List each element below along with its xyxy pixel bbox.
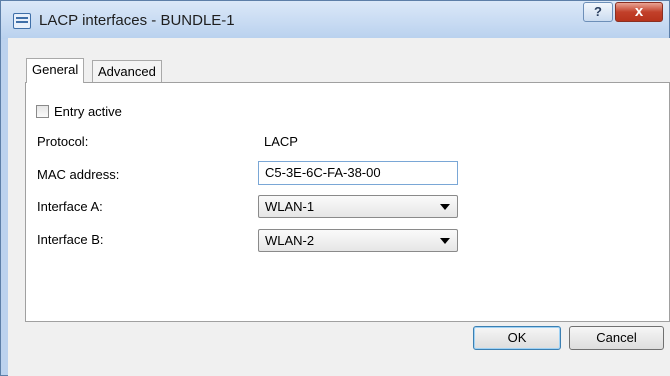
- interface-a-label: Interface A:: [37, 199, 103, 214]
- interface-b-select[interactable]: WLAN-2: [258, 229, 458, 252]
- entry-active-label[interactable]: Entry active: [54, 104, 122, 119]
- dropdown-arrow-icon: [440, 238, 450, 244]
- interface-a-select[interactable]: WLAN-1: [258, 195, 458, 218]
- cancel-button[interactable]: Cancel: [569, 326, 664, 350]
- dropdown-arrow-icon: [440, 204, 450, 210]
- mac-address-label: MAC address:: [37, 167, 120, 182]
- ok-button[interactable]: OK: [473, 326, 561, 350]
- interface-a-value: WLAN-1: [265, 199, 315, 214]
- protocol-value: LACP: [264, 134, 298, 149]
- dialog-body: General Advanced Entry active Protocol: …: [8, 38, 670, 376]
- interface-b-label: Interface B:: [37, 232, 104, 247]
- close-button[interactable]: x: [615, 2, 663, 22]
- window-icon: [13, 13, 31, 29]
- window-title: LACP interfaces - BUNDLE-1: [39, 12, 235, 29]
- tab-general[interactable]: General: [26, 58, 85, 83]
- help-button[interactable]: ?: [583, 2, 613, 22]
- protocol-label: Protocol:: [37, 134, 89, 149]
- entry-active-checkbox[interactable]: [36, 105, 49, 118]
- mac-address-field[interactable]: C5-3E-6C-FA-38-00: [258, 161, 458, 185]
- interface-b-value: WLAN-2: [265, 233, 315, 248]
- title-bar[interactable]: LACP interfaces - BUNDLE-1 ? x: [1, 1, 669, 39]
- tab-advanced[interactable]: Advanced: [92, 60, 162, 84]
